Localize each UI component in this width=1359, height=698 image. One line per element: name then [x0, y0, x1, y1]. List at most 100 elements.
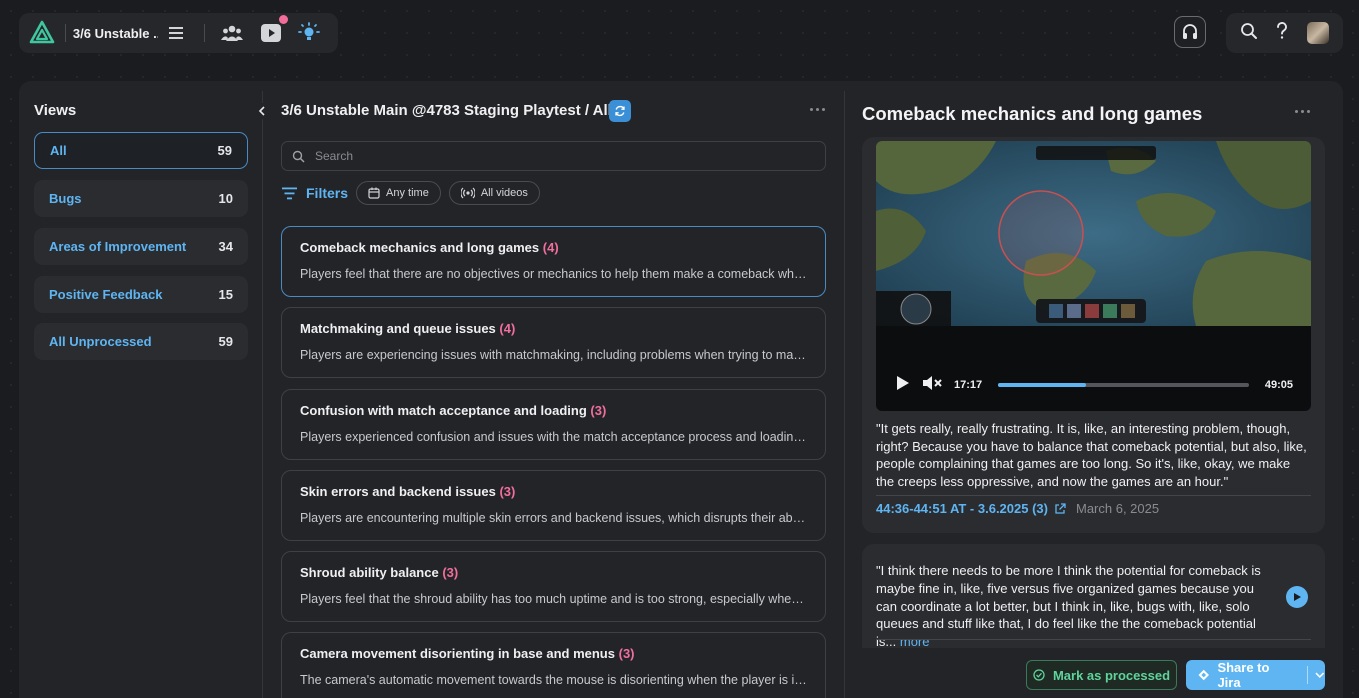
card-title-text: Shroud ability balance	[300, 565, 439, 580]
video-play-icon[interactable]	[260, 15, 288, 45]
play-clip-button[interactable]	[1286, 586, 1308, 608]
view-item-count: 34	[218, 239, 233, 254]
filters-label: Filters	[306, 185, 349, 201]
card-count: (3)	[442, 565, 459, 580]
card-description: Players feel that the shroud ability has…	[300, 592, 807, 606]
filters-button[interactable]: Filters	[282, 185, 348, 201]
view-item-count: 59	[218, 334, 233, 349]
broadcast-icon	[460, 187, 475, 199]
chip-all-videos[interactable]: All videos	[448, 181, 540, 205]
top-toolbar: 3/6 Unstable ...	[19, 13, 338, 53]
source-row: 44:36-44:51 AT - 3.6.2025 (3) March 6, 2…	[876, 501, 1159, 516]
card-title-text: Camera movement disorienting in base and…	[300, 646, 615, 661]
video-progress-bar[interactable]	[998, 383, 1249, 387]
duration: 49:05	[1264, 379, 1293, 391]
card-count: (4)	[542, 240, 559, 255]
insight-card[interactable]: Shroud ability balance (3) Players feel …	[281, 551, 826, 622]
insight-card[interactable]: Camera movement disorienting in base and…	[281, 632, 826, 698]
top-right-toolbar	[1226, 13, 1343, 53]
search-box[interactable]	[281, 141, 826, 171]
check-circle-icon	[1033, 669, 1045, 681]
calendar-icon	[368, 187, 380, 199]
search-input[interactable]	[315, 149, 795, 163]
transcript-quote: "I think there needs to be more I think …	[876, 562, 1262, 651]
more-link[interactable]: more	[900, 634, 930, 649]
play-icon	[1294, 593, 1301, 601]
chip-label: All videos	[480, 187, 528, 199]
card-count: (4)	[499, 321, 516, 336]
share-to-jira-label: Share to Jira	[1217, 660, 1270, 690]
card-description: The camera's automatic movement towards …	[300, 673, 807, 687]
source-date: March 6, 2025	[1075, 501, 1160, 516]
video-controls: 17:17 49:05	[876, 369, 1311, 401]
card-title: Skin errors and backend issues (3)	[300, 484, 807, 499]
card-count: (3)	[618, 646, 635, 661]
chip-any-time[interactable]: Any time	[356, 181, 441, 205]
view-item-count: 59	[217, 143, 232, 158]
card-description: Players experienced confusion and issues…	[300, 430, 807, 444]
jira-icon	[1198, 669, 1209, 681]
toolbar-divider	[204, 24, 206, 42]
mark-processed-button[interactable]: Mark as processed	[1026, 660, 1177, 690]
mute-icon[interactable]	[922, 375, 942, 396]
external-link-icon[interactable]	[1054, 502, 1066, 515]
video-player[interactable]: 17:17 49:05	[876, 141, 1311, 411]
view-item-positive-feedback[interactable]: Positive Feedback 15	[34, 276, 248, 313]
view-item-count: 15	[218, 287, 233, 302]
card-title: Confusion with match acceptance and load…	[300, 403, 807, 418]
video-progress-fill	[998, 383, 1086, 387]
refresh-icon	[615, 105, 625, 117]
notification-dot	[278, 15, 288, 24]
card-description: Players feel that there are no objective…	[300, 267, 807, 281]
transcript-quote-text: "I think there needs to be more I think …	[876, 563, 1261, 650]
avatar[interactable]	[1306, 22, 1329, 44]
view-item-all[interactable]: All 59	[34, 132, 248, 169]
card-description: Players are experiencing issues with mat…	[300, 348, 807, 362]
list-more-options-icon[interactable]	[810, 108, 825, 111]
insight-card[interactable]: Skin errors and backend issues (3) Playe…	[281, 470, 826, 541]
transcript-quote: "It gets really, really frustrating. It …	[876, 421, 1307, 489]
card-title: Shroud ability balance (3)	[300, 565, 807, 580]
divider	[876, 639, 1311, 640]
card-title: Camera movement disorienting in base and…	[300, 646, 807, 661]
column-divider	[262, 91, 263, 698]
card-title: Comeback mechanics and long games (4)	[300, 240, 807, 255]
lightbulb-icon[interactable]	[297, 21, 320, 45]
team-icon[interactable]	[221, 21, 244, 45]
mark-processed-label: Mark as processed	[1052, 667, 1171, 683]
app-logo-icon[interactable]	[29, 20, 55, 46]
refresh-button[interactable]	[609, 100, 631, 122]
source-link[interactable]: 44:36-44:51 AT - 3.6.2025 (3)	[876, 501, 1048, 516]
headset-icon[interactable]	[1174, 16, 1206, 48]
view-item-bugs[interactable]: Bugs 10	[34, 180, 248, 217]
play-icon[interactable]	[894, 375, 910, 396]
detail-more-options-icon[interactable]	[1295, 110, 1310, 113]
menu-icon[interactable]	[166, 21, 188, 45]
share-to-jira-button[interactable]: Share to Jira	[1186, 660, 1325, 690]
search-icon	[292, 150, 305, 163]
project-name[interactable]: 3/6 Unstable ...	[73, 26, 158, 41]
insight-card[interactable]: Matchmaking and queue issues (4) Players…	[281, 307, 826, 378]
card-description: Players are encountering multiple skin e…	[300, 511, 807, 525]
view-item-label: Areas of Improvement	[49, 239, 187, 254]
card-title: Matchmaking and queue issues (4)	[300, 321, 807, 336]
filters-row: Filters Any time All videos	[282, 181, 540, 205]
view-item-label: Bugs	[49, 191, 82, 206]
collapse-sidebar-button[interactable]	[254, 103, 270, 119]
toolbar-divider	[65, 24, 66, 42]
search-icon[interactable]	[1240, 22, 1258, 45]
view-item-areas-of-improvement[interactable]: Areas of Improvement 34	[34, 228, 248, 265]
help-icon[interactable]	[1274, 21, 1290, 45]
view-item-count: 10	[218, 191, 233, 206]
card-title-text: Skin errors and backend issues	[300, 484, 496, 499]
view-item-label: Positive Feedback	[49, 287, 163, 302]
chevron-down-icon[interactable]	[1315, 671, 1325, 679]
filter-icon	[282, 187, 297, 199]
list-title: 3/6 Unstable Main @4783 Staging Playtest…	[281, 102, 612, 119]
insight-card[interactable]: Comeback mechanics and long games (4) Pl…	[281, 226, 826, 297]
chip-label: Any time	[386, 187, 429, 199]
divider	[876, 495, 1311, 496]
insight-card[interactable]: Confusion with match acceptance and load…	[281, 389, 826, 460]
view-item-all-unprocessed[interactable]: All Unprocessed 59	[34, 323, 248, 360]
button-divider	[1306, 666, 1308, 684]
